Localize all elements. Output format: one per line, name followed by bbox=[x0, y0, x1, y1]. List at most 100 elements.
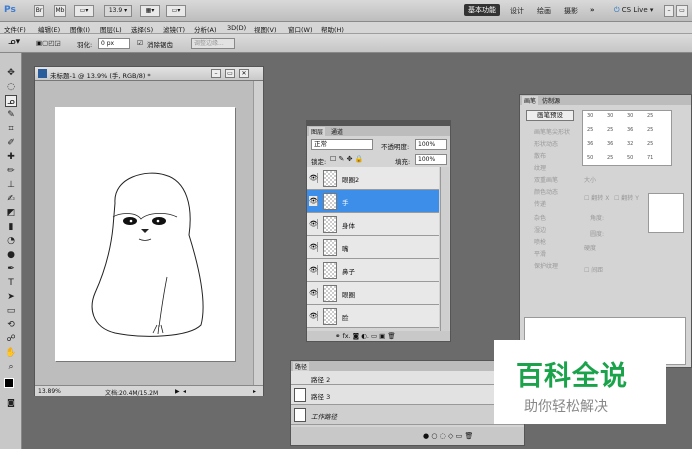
brush-option[interactable]: 保护纹理 bbox=[534, 261, 558, 270]
tab-channels[interactable]: 通道 bbox=[329, 127, 345, 136]
brush-tip-grid[interactable]: 30 30 30 25 25 25 36 25 36 36 32 25 50 2… bbox=[582, 110, 672, 166]
workspace-design[interactable]: 设计 bbox=[510, 6, 524, 16]
status-zoom[interactable]: 13.89% bbox=[38, 388, 61, 395]
zoom-level-dropdown[interactable]: 13.9 ▾ bbox=[104, 5, 132, 17]
eye-icon[interactable]: 👁 bbox=[309, 173, 318, 183]
brush-option[interactable]: 画笔笔尖形状 bbox=[534, 127, 570, 136]
brush-option[interactable]: 双重画笔 bbox=[534, 175, 558, 184]
workspace-photography[interactable]: 摄影 bbox=[564, 6, 578, 16]
lock-icons[interactable]: ☐ ✎ ✥ 🔒 bbox=[330, 155, 363, 163]
eye-icon[interactable]: 👁 bbox=[309, 196, 318, 206]
layer-row[interactable]: 👁 眼圈 bbox=[307, 282, 439, 305]
brush-option[interactable]: 散布 bbox=[534, 151, 546, 160]
spacing-checkbox[interactable]: ☐ 间距 bbox=[584, 265, 603, 274]
tab-layers[interactable]: 图层 bbox=[309, 127, 326, 136]
eye-icon[interactable]: 👁 bbox=[309, 219, 318, 229]
marquee-tool-icon[interactable]: ◌ bbox=[5, 81, 17, 93]
workspace-essentials[interactable]: 基本功能 bbox=[464, 4, 500, 16]
more-workspaces-button[interactable]: » bbox=[590, 6, 595, 14]
eraser-tool-icon[interactable]: ◩ bbox=[5, 207, 17, 219]
menu-analysis[interactable]: 分析(A) bbox=[194, 24, 217, 34]
arrange-documents-button[interactable]: ▦▾ bbox=[140, 5, 160, 17]
canvas[interactable] bbox=[55, 107, 235, 361]
pen-tool-icon[interactable]: ✒ bbox=[5, 263, 17, 275]
layer-row[interactable]: 👁 嘴 bbox=[307, 236, 439, 259]
brush-presets-button[interactable]: 画笔预设 bbox=[526, 110, 574, 121]
brush-option[interactable]: 纹理 bbox=[534, 163, 546, 172]
menu-filter[interactable]: 滤镜(T) bbox=[163, 24, 185, 34]
brush-option[interactable]: 喷枪 bbox=[534, 237, 546, 246]
menu-file[interactable]: 文件(F) bbox=[4, 24, 26, 34]
blend-mode-select[interactable]: 正常 bbox=[311, 139, 373, 150]
brush-option[interactable]: 杂色 bbox=[534, 213, 546, 222]
healing-tool-icon[interactable]: ✚ bbox=[5, 151, 17, 163]
refine-edge-button[interactable]: 调整边缘... bbox=[191, 38, 235, 49]
cslive-button[interactable]: ⏻ CS Live ▾ bbox=[614, 6, 653, 15]
layer-row-selected[interactable]: 👁 手 bbox=[307, 190, 439, 213]
doc-minimize-button[interactable]: – bbox=[211, 69, 221, 78]
menu-view[interactable]: 视图(V) bbox=[254, 24, 277, 34]
eye-icon[interactable]: 👁 bbox=[309, 242, 318, 252]
gradient-tool-icon[interactable]: ▮ bbox=[5, 221, 17, 233]
feather-input[interactable]: 0 px bbox=[98, 38, 130, 49]
eye-icon[interactable]: 👁 bbox=[309, 288, 318, 298]
quick-mask-icon[interactable]: ◙ bbox=[5, 397, 17, 409]
menu-select[interactable]: 选择(S) bbox=[131, 24, 153, 34]
tab-clone-source[interactable]: 仿制源 bbox=[542, 96, 560, 105]
tab-brush[interactable]: 画笔 bbox=[522, 96, 539, 105]
brush-option[interactable]: 形状动态 bbox=[534, 139, 558, 148]
path-row[interactable]: 路径 2 bbox=[291, 371, 524, 385]
dodge-tool-icon[interactable]: ● bbox=[5, 249, 17, 261]
antialias-checkbox[interactable]: ☑ bbox=[137, 39, 143, 47]
menu-3d[interactable]: 3D(D) bbox=[227, 24, 246, 32]
selection-mode-icons[interactable]: ▣▢◰◲ bbox=[36, 39, 61, 47]
move-tool-icon[interactable]: ✥ bbox=[5, 67, 17, 79]
brush-tool-icon[interactable]: ✏ bbox=[5, 165, 17, 177]
type-tool-icon[interactable]: T bbox=[5, 277, 17, 289]
foreground-color-swatch[interactable] bbox=[4, 378, 14, 388]
path-row[interactable]: 路径 3 bbox=[291, 385, 524, 405]
vertical-scrollbar[interactable] bbox=[253, 81, 263, 385]
blur-tool-icon[interactable]: ◔ bbox=[5, 235, 17, 247]
brush-option[interactable]: 颜色动态 bbox=[534, 187, 558, 196]
eye-icon[interactable]: 👁 bbox=[309, 311, 318, 321]
layer-row[interactable]: 👁 眼圈2 bbox=[307, 167, 439, 190]
lasso-tool-preset-icon[interactable]: ᓄ▾ bbox=[8, 37, 20, 47]
layers-scrollbar[interactable] bbox=[440, 167, 449, 331]
quick-select-tool-icon[interactable]: ✎ bbox=[5, 109, 17, 121]
brush-option[interactable]: 传递 bbox=[534, 199, 546, 208]
brush-option[interactable]: 湿边 bbox=[534, 225, 546, 234]
bridge-button[interactable]: Br bbox=[34, 5, 44, 17]
workspace-painting[interactable]: 绘画 bbox=[537, 6, 551, 16]
doc-restore-button[interactable]: ▭ bbox=[225, 69, 235, 78]
brush-option[interactable]: 平滑 bbox=[534, 249, 546, 258]
menu-image[interactable]: 图像(I) bbox=[70, 24, 90, 34]
zoom-tool-icon[interactable]: ⌕ bbox=[5, 361, 17, 373]
fill-input[interactable]: 100% bbox=[415, 154, 447, 165]
history-brush-icon[interactable]: ✍ bbox=[5, 193, 17, 205]
status-menu-arrow[interactable]: ▶ bbox=[175, 388, 180, 395]
tab-paths[interactable]: 路径 bbox=[293, 362, 310, 371]
brush-angle-preview[interactable] bbox=[648, 193, 684, 233]
layer-row[interactable]: 👁 鼻子 bbox=[307, 259, 439, 282]
stamp-tool-icon[interactable]: ⊥ bbox=[5, 179, 17, 191]
3d-orbit-tool-icon[interactable]: ☍ bbox=[5, 333, 17, 345]
paths-footer-icons[interactable]: ● ○ ◌ ◇ ▭ 🗑 bbox=[291, 427, 524, 445]
crop-tool-icon[interactable]: ⌗ bbox=[5, 123, 17, 135]
eye-icon[interactable]: 👁 bbox=[309, 265, 318, 275]
path-select-tool-icon[interactable]: ➤ bbox=[5, 291, 17, 303]
doc-close-button[interactable]: ✕ bbox=[239, 69, 249, 78]
screen-mode-button[interactable]: ▭▾ bbox=[166, 5, 186, 17]
path-row-work-path[interactable]: 工作路径 bbox=[291, 405, 524, 425]
minibridge-button[interactable]: Mb bbox=[54, 5, 66, 17]
shape-tool-icon[interactable]: ▭ bbox=[5, 305, 17, 317]
view-extras-button[interactable]: ▭▾ bbox=[74, 5, 94, 17]
3d-rotate-tool-icon[interactable]: ⟲ bbox=[5, 319, 17, 331]
lasso-tool-icon[interactable]: ᓄ bbox=[5, 95, 17, 107]
restore-button[interactable]: ▭ bbox=[676, 5, 688, 17]
layers-footer-icons[interactable]: ⚭ fx. ◙ ◐. ▭ ▣ 🗑 bbox=[307, 331, 450, 341]
menu-edit[interactable]: 编辑(E) bbox=[38, 24, 60, 34]
menu-window[interactable]: 窗口(W) bbox=[288, 24, 313, 34]
menu-layer[interactable]: 图层(L) bbox=[100, 24, 122, 34]
horizontal-scrollbar-left[interactable]: ◂ bbox=[183, 388, 186, 395]
